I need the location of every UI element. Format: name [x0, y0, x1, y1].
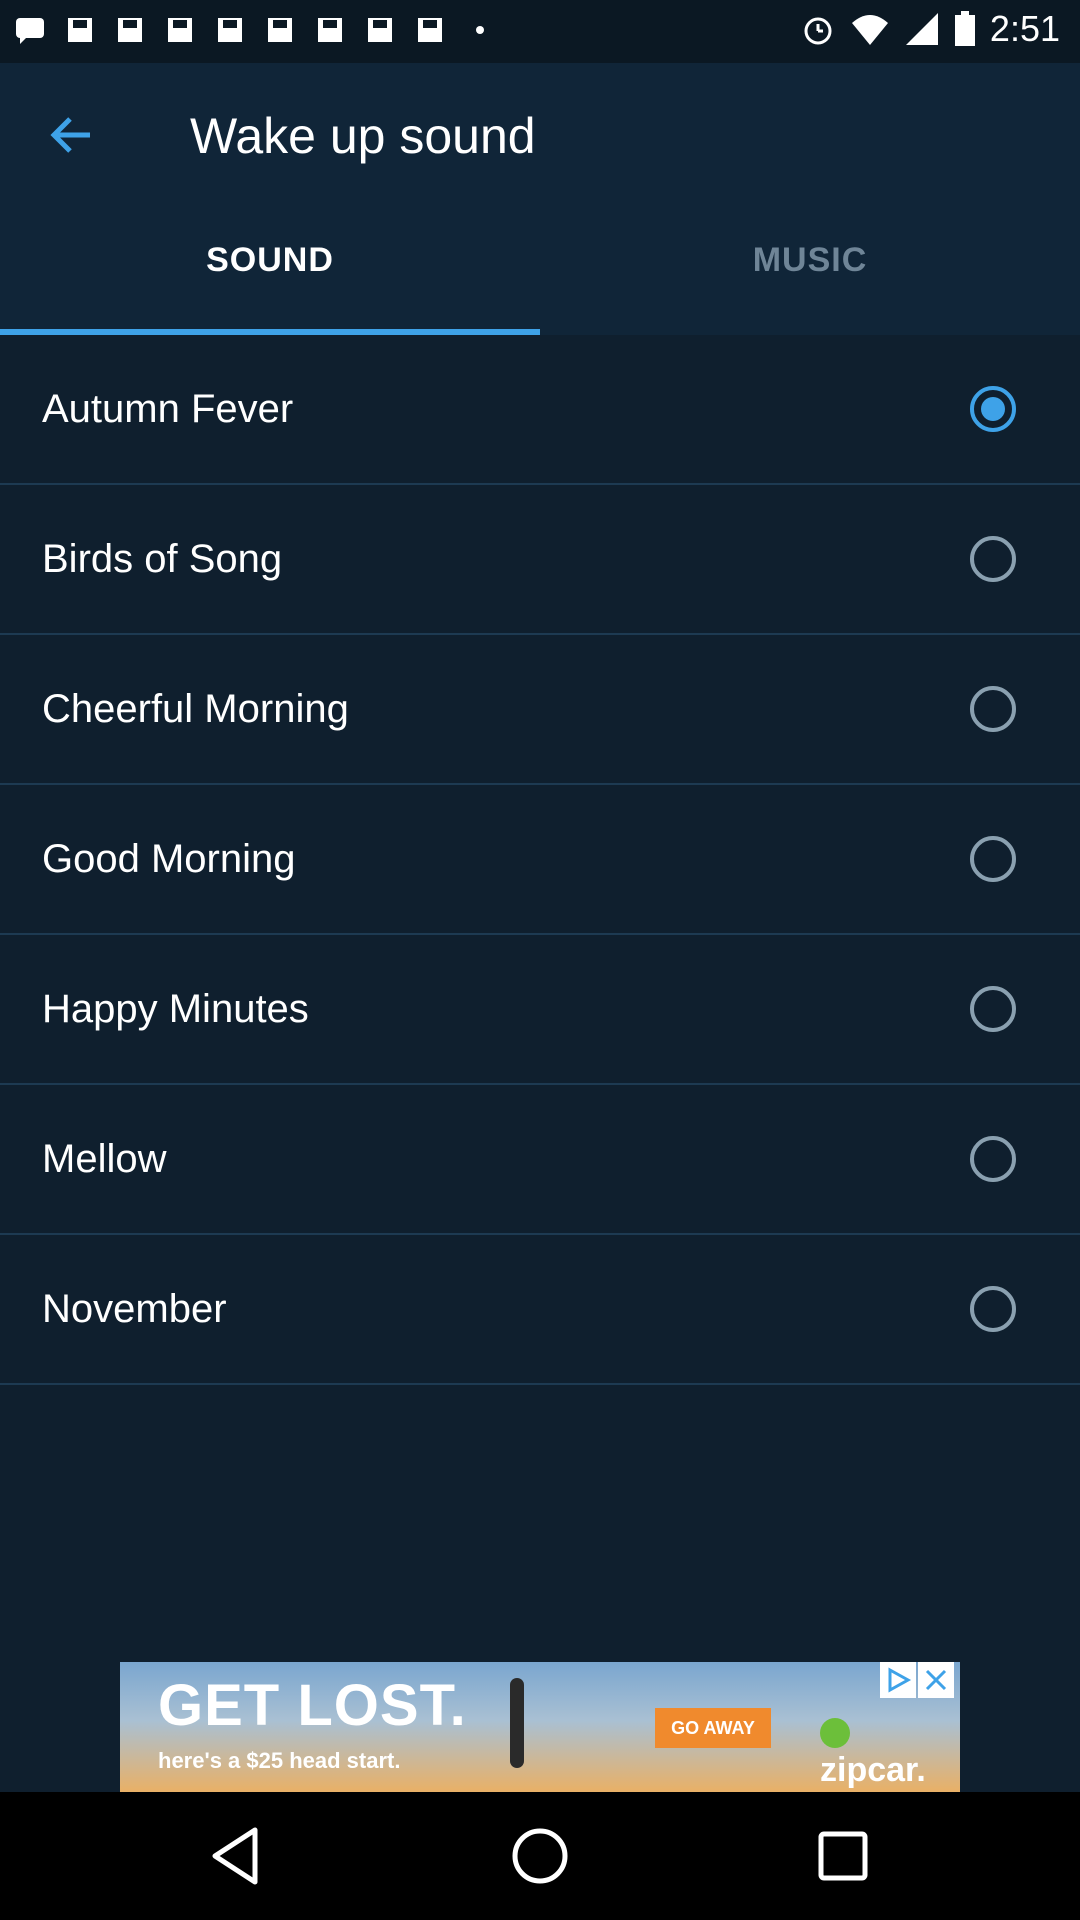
tab-sound-label: SOUND — [206, 241, 334, 279]
ad-person-silhouette — [510, 1678, 524, 1768]
home-circle-icon[interactable] — [500, 1816, 580, 1896]
radio-button[interactable] — [970, 836, 1016, 882]
list-item[interactable]: Cheerful Morning — [0, 635, 1080, 785]
ad-subline: here's a $25 head start. — [158, 1748, 401, 1773]
save-icon — [268, 18, 292, 42]
wifi-icon — [851, 15, 888, 45]
sound-label: Good Morning — [42, 836, 296, 881]
sound-label: November — [42, 1286, 227, 1331]
radio-button[interactable] — [970, 986, 1016, 1032]
sound-list: Autumn Fever Birds of Song Cheerful Morn… — [0, 335, 1080, 1385]
notification-icons — [14, 14, 496, 46]
list-item[interactable]: Birds of Song — [0, 485, 1080, 635]
radio-button[interactable] — [970, 1286, 1016, 1332]
list-item[interactable]: Autumn Fever — [0, 335, 1080, 485]
radio-button[interactable] — [970, 1136, 1016, 1182]
sound-label: Mellow — [42, 1136, 167, 1181]
radio-button[interactable] — [970, 686, 1016, 732]
page-title: Wake up sound — [190, 108, 536, 164]
battery-icon — [954, 11, 975, 46]
ad-cta-button[interactable]: GO AWAY — [655, 1708, 771, 1748]
ad-headline: GET LOST. — [158, 1673, 467, 1738]
save-icon — [418, 18, 442, 42]
ad-choices-icon[interactable] — [880, 1662, 916, 1698]
list-item[interactable]: Good Morning — [0, 785, 1080, 935]
recents-square-icon[interactable] — [803, 1816, 883, 1896]
radio-button[interactable] — [970, 536, 1016, 582]
tab-sound[interactable]: SOUND — [0, 241, 540, 335]
sound-label: Autumn Fever — [42, 386, 294, 431]
save-icon — [318, 18, 342, 42]
save-icon — [68, 18, 92, 42]
ad-brand-label: zipcar. — [820, 1751, 926, 1789]
ad-brand: zipcar. — [820, 1712, 960, 1790]
ad-close-icon[interactable] — [918, 1662, 954, 1698]
system-nav-bar — [0, 1792, 1080, 1920]
list-item[interactable]: Mellow — [0, 1085, 1080, 1235]
save-icon — [168, 18, 192, 42]
sound-label: Cheerful Morning — [42, 686, 349, 731]
save-icon — [218, 18, 242, 42]
status-time: 2:51 — [989, 8, 1060, 49]
alarm-icon — [804, 17, 832, 45]
ad-banner[interactable]: GET LOST. here's a $25 head start. GO AW… — [120, 1662, 960, 1792]
signal-icon — [905, 13, 938, 45]
back-triangle-icon[interactable] — [197, 1816, 277, 1896]
zipcar-logo-icon — [820, 1718, 850, 1749]
back-arrow-icon[interactable] — [42, 105, 102, 165]
message-icon — [16, 18, 44, 44]
sound-label: Happy Minutes — [42, 986, 309, 1031]
status-bar: 2:51 — [0, 0, 1080, 63]
system-icons: 2:51 — [800, 8, 1060, 50]
radio-button-selected[interactable] — [970, 386, 1016, 432]
save-icon — [118, 18, 142, 42]
more-dots-icon — [476, 26, 484, 34]
list-item[interactable]: Happy Minutes — [0, 935, 1080, 1085]
app-bar: Wake up sound SOUND MUSIC — [0, 63, 1080, 335]
list-item[interactable]: November — [0, 1235, 1080, 1385]
tab-music[interactable]: MUSIC — [540, 241, 1080, 335]
sound-label: Birds of Song — [42, 536, 283, 581]
save-icon — [368, 18, 392, 42]
tab-music-label: MUSIC — [752, 241, 868, 279]
